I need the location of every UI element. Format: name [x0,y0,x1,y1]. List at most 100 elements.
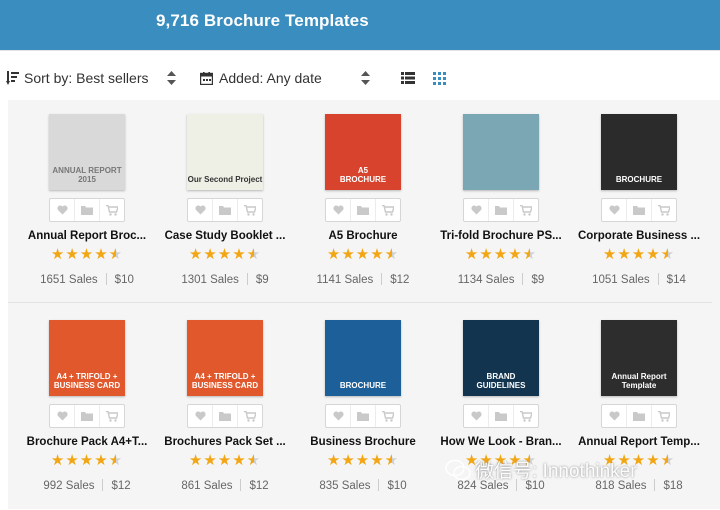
product-card[interactable]: Tri-fold Brochure PS... ★★★★★ 1134 Sales $9 [432,114,570,304]
product-thumbnail[interactable]: A4 + TRIFOLD + BUSINESS CARD [187,320,263,396]
product-actions [187,404,263,428]
product-name[interactable]: Corporate Business ... [570,230,708,242]
cart-icon[interactable] [652,405,676,427]
rating-stars: ★★★★★ [602,246,676,263]
heart-icon[interactable] [464,199,489,221]
sales-count: 1301 Sales [181,274,239,286]
folder-icon[interactable] [627,199,652,221]
cart-icon[interactable] [100,405,124,427]
heart-icon[interactable] [188,405,213,427]
price: $12 [111,480,131,492]
cart-icon[interactable] [514,199,538,221]
product-meta: 1051 Sales $14 [570,273,708,286]
folder-icon[interactable] [627,405,652,427]
heart-icon[interactable] [326,199,351,221]
cart-icon[interactable] [100,199,124,221]
added-dropdown[interactable]: Added: Any date [200,69,322,87]
product-meta: 992 Sales $12 [18,479,156,492]
product-name[interactable]: How We Look - Bran... [432,436,570,448]
product-meta: 1141 Sales $12 [294,273,432,286]
heart-icon[interactable] [188,199,213,221]
folder-icon[interactable] [489,405,514,427]
product-thumbnail[interactable]: A4 + TRIFOLD + BUSINESS CARD [49,320,125,396]
product-meta: 861 Sales $12 [156,479,294,492]
price: $10 [114,274,134,286]
grid-view-icon[interactable] [433,72,446,85]
product-name[interactable]: Annual Report Temp... [570,436,708,448]
product-thumbnail[interactable]: BROCHURE [601,114,677,190]
product-name[interactable]: A5 Brochure [294,230,432,242]
heart-icon[interactable] [464,405,489,427]
thumbnail-label: BROCHURE [339,381,387,390]
price: $9 [531,274,545,286]
wechat-icon [445,459,471,480]
product-thumbnail[interactable]: Our Second Project [187,114,263,190]
sales-count: 835 Sales [319,480,371,492]
rating-stars: ★★★★★ [50,452,124,469]
heart-icon[interactable] [50,405,75,427]
product-name[interactable]: Annual Report Broc... [18,230,156,242]
thumbnail-label: A5 BROCHURE [339,166,387,184]
watermark: 微信号: Innothinker [445,456,637,483]
heart-icon[interactable] [50,199,75,221]
product-name[interactable]: Brochures Pack Set ... [156,436,294,448]
product-card[interactable]: ANNUAL REPORT 2015 Annual Report Broc... ★… [18,114,156,304]
cart-icon[interactable] [376,199,400,221]
product-actions [463,404,539,428]
folder-icon[interactable] [213,199,238,221]
product-card[interactable]: Our Second Project Case Study Booklet ...… [156,114,294,304]
folder-icon[interactable] [213,405,238,427]
product-meta: 835 Sales $10 [294,479,432,492]
rating-stars: ★★★★★ [464,246,538,263]
added-chevron-icon[interactable] [361,71,370,85]
product-meta: 1651 Sales $10 [18,273,156,286]
sort-icon [6,71,19,85]
product-name[interactable]: Tri-fold Brochure PS... [432,230,570,242]
cart-icon[interactable] [652,199,676,221]
folder-icon[interactable] [351,405,376,427]
product-card[interactable]: A4 + TRIFOLD + BUSINESS CARD Brochure Pac… [18,320,156,510]
cart-icon[interactable] [376,405,400,427]
product-name[interactable]: Business Brochure [294,436,432,448]
product-thumbnail[interactable]: A5 BROCHURE [325,114,401,190]
product-thumbnail[interactable]: ANNUAL REPORT 2015 [49,114,125,190]
sort-chevron-icon[interactable] [167,71,176,85]
product-thumbnail[interactable]: BRAND GUIDELINES [463,320,539,396]
product-card[interactable]: A4 + TRIFOLD + BUSINESS CARD Brochures Pa… [156,320,294,510]
sales-count: 1141 Sales [316,274,374,286]
heart-icon[interactable] [602,199,627,221]
product-actions [601,198,677,222]
product-thumbnail[interactable] [463,114,539,190]
heart-icon[interactable] [326,405,351,427]
product-name[interactable]: Case Study Booklet ... [156,230,294,242]
heart-icon[interactable] [602,405,627,427]
thumbnail-label: BRAND GUIDELINES [476,372,526,390]
product-name[interactable]: Brochure Pack A4+T... [18,436,156,448]
product-card[interactable]: BROCHURE Business Brochure ★★★★★ 835 Sales $… [294,320,432,510]
list-view-icon[interactable] [401,72,415,84]
cart-icon[interactable] [238,199,262,221]
cart-icon[interactable] [514,405,538,427]
product-thumbnail[interactable]: Annual Report Template [601,320,677,396]
thumbnail-label: A4 + TRIFOLD + BUSINESS CARD [191,372,259,390]
thumbnail-label: Our Second Project [187,175,263,184]
page-title: 9,716 Brochure Templates [156,11,369,30]
product-meta: 1134 Sales $9 [432,273,570,286]
product-actions [49,404,125,428]
product-card[interactable]: BROCHURE Corporate Business ... ★★★★★ 1051 … [570,114,708,304]
rating-stars: ★★★★★ [188,246,262,263]
folder-icon[interactable] [351,199,376,221]
rating-stars: ★★★★★ [326,246,400,263]
thumbnail-label: A4 + TRIFOLD + BUSINESS CARD [53,372,121,390]
product-card[interactable]: A5 BROCHURE A5 Brochure ★★★★★ 1141 Sales $12 [294,114,432,304]
cart-icon[interactable] [238,405,262,427]
sales-count: 861 Sales [181,480,233,492]
thumbnail-label: Annual Report Template [611,372,667,390]
sort-dropdown[interactable]: Sort by: Best sellers [6,69,149,87]
folder-icon[interactable] [489,199,514,221]
price: $12 [390,274,410,286]
folder-icon[interactable] [75,199,100,221]
folder-icon[interactable] [75,405,100,427]
product-thumbnail[interactable]: BROCHURE [325,320,401,396]
product-actions [325,404,401,428]
